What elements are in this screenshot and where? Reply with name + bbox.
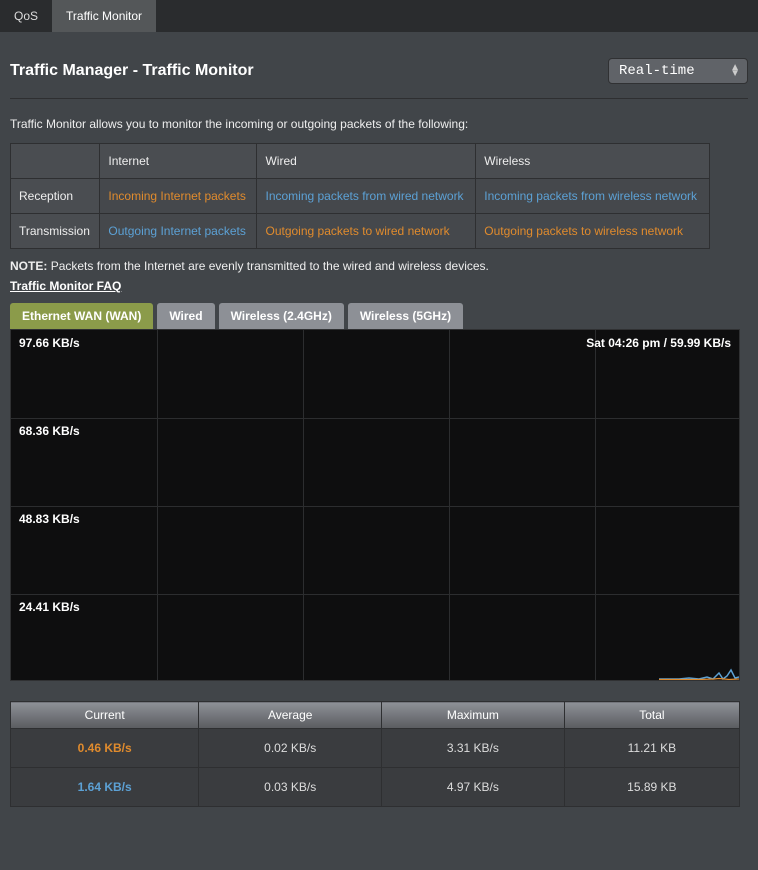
traffic-sparkline [659,640,739,680]
interface-tabs: Ethernet WAN (WAN) Wired Wireless (2.4GH… [10,303,748,329]
page-header: Traffic Manager - Traffic Monitor Real-t… [10,58,748,99]
stat-maximum-rx: 3.31 KB/s [382,729,565,768]
subtab-wired[interactable]: Wired [157,303,214,329]
stat-current-tx: 1.64 KB/s [78,780,132,794]
stats-col-average: Average [199,702,382,729]
grid-line [11,418,739,419]
stats-table: Current Average Maximum Total 0.46 KB/s … [10,701,740,807]
mode-select[interactable]: Real-time [608,58,748,84]
stat-total-rx: 11.21 KB [564,729,739,768]
info-row-label: Reception [11,179,100,214]
top-tabs: QoS Traffic Monitor [0,0,758,32]
mode-select-wrap: Real-time ▲▼ [608,58,748,84]
info-row-label: Transmission [11,214,100,249]
info-row-reception: Reception Incoming Internet packets Inco… [11,179,710,214]
stat-average-tx: 0.03 KB/s [199,768,382,807]
note-text: NOTE: Packets from the Internet are even… [10,259,748,273]
grid-line [11,506,739,507]
traffic-chart: 97.66 KB/s 68.36 KB/s 48.83 KB/s 24.41 K… [10,329,740,681]
info-col-blank [11,144,100,179]
subtab-wireless-5[interactable]: Wireless (5GHz) [348,303,463,329]
subtab-wireless-24[interactable]: Wireless (2.4GHz) [219,303,344,329]
tab-qos[interactable]: QoS [0,0,52,32]
stats-row-tx: 1.64 KB/s 0.03 KB/s 4.97 KB/s 15.89 KB [11,768,740,807]
page-title: Traffic Manager - Traffic Monitor [10,62,254,80]
info-col-internet: Internet [100,144,257,179]
y-axis-label: 24.41 KB/s [19,600,80,614]
link-outgoing-internet[interactable]: Outgoing Internet packets [108,224,245,238]
link-incoming-wired[interactable]: Incoming packets from wired network [265,189,463,203]
info-col-wireless: Wireless [476,144,710,179]
grid-line [157,330,158,680]
link-incoming-internet[interactable]: Incoming Internet packets [108,189,245,203]
info-col-wired: Wired [257,144,476,179]
stats-col-total: Total [564,702,739,729]
stats-col-current: Current [11,702,199,729]
grid-line [595,330,596,680]
stat-total-tx: 15.89 KB [564,768,739,807]
link-incoming-wireless[interactable]: Incoming packets from wireless network [484,189,697,203]
stat-average-rx: 0.02 KB/s [199,729,382,768]
stats-row-rx: 0.46 KB/s 0.02 KB/s 3.31 KB/s 11.21 KB [11,729,740,768]
stat-current-rx: 0.46 KB/s [78,741,132,755]
description-text: Traffic Monitor allows you to monitor th… [10,117,748,131]
y-axis-label: 48.83 KB/s [19,512,80,526]
stats-col-maximum: Maximum [382,702,565,729]
faq-link[interactable]: Traffic Monitor FAQ [10,279,748,293]
subtab-wan[interactable]: Ethernet WAN (WAN) [10,303,153,329]
y-axis-label: 97.66 KB/s [19,336,80,350]
y-axis-label: 68.36 KB/s [19,424,80,438]
grid-line [449,330,450,680]
grid-line [11,594,739,595]
grid-line [303,330,304,680]
stat-maximum-tx: 4.97 KB/s [382,768,565,807]
link-outgoing-wired[interactable]: Outgoing packets to wired network [265,224,449,238]
tab-traffic-monitor[interactable]: Traffic Monitor [52,0,156,32]
info-row-transmission: Transmission Outgoing Internet packets O… [11,214,710,249]
info-table: Internet Wired Wireless Reception Incomi… [10,143,710,249]
link-outgoing-wireless[interactable]: Outgoing packets to wireless network [484,224,683,238]
chart-status: Sat 04:26 pm / 59.99 KB/s [586,336,731,350]
